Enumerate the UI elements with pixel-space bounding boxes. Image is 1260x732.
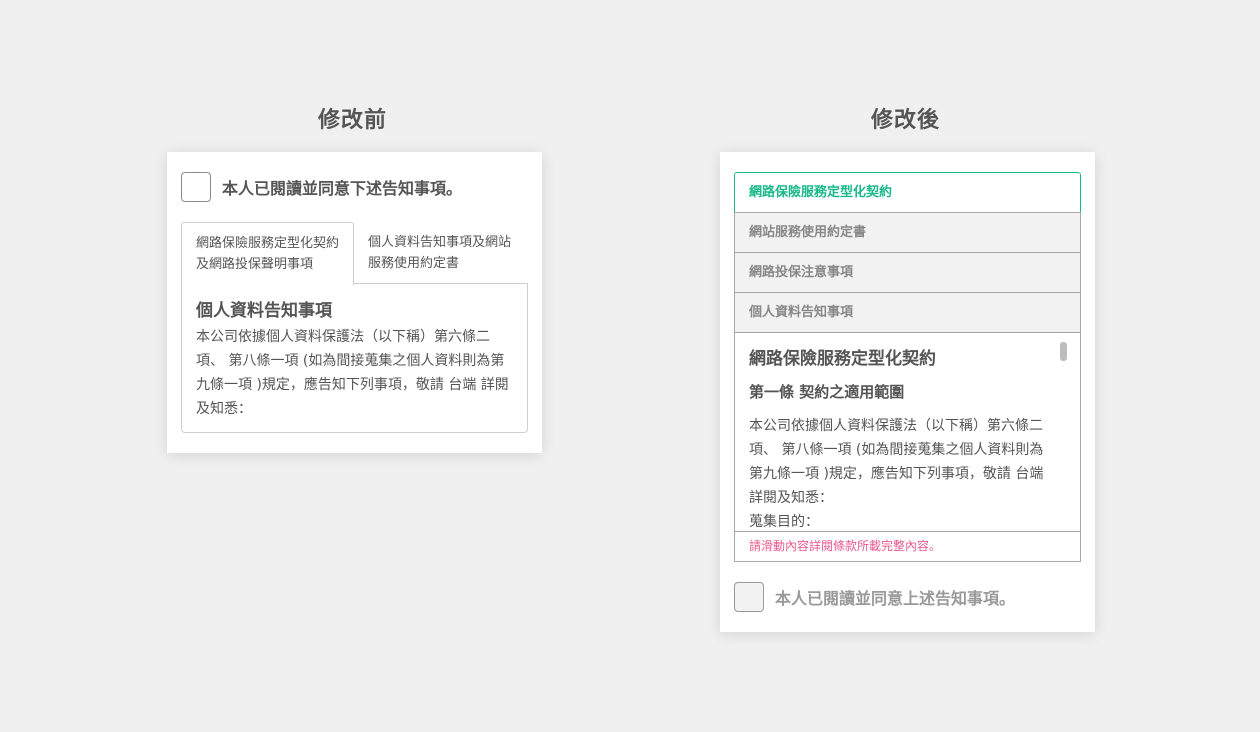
after-agree-checkbox[interactable] — [734, 582, 764, 612]
accordion-insurance-contract[interactable]: 網路保險服務定型化契約 — [734, 172, 1081, 213]
before-agree-label: 本人已閱讀並同意下述告知事項。 — [222, 179, 463, 198]
scroll-hint: 請滑動內容詳閱條款所載完整內容。 — [734, 531, 1081, 562]
after-agree-row[interactable]: 本人已閱讀並同意上述告知事項。 — [734, 582, 1015, 612]
terms-body: 本公司依據個人資料保護法（以下稱）第六條二項、 第八條一項 (如為間接蒐集之個人… — [749, 418, 1044, 506]
panel-heading: 個人資料告知事項 — [196, 301, 332, 321]
panel-body: 本公司依據個人資料保護法（以下稱）第六條二項、 第八條一項 (如為間接蒐集之個人… — [196, 329, 509, 417]
accordion-personal-data[interactable]: 個人資料告知事項 — [734, 292, 1081, 333]
before-title: 修改前 — [318, 108, 388, 133]
after-title: 修改後 — [871, 108, 941, 133]
tab-insurance-contract[interactable]: 網路保險服務定型化契約及網路投保聲明事項 — [181, 222, 354, 285]
after-agree-label: 本人已閱讀並同意上述告知事項。 — [775, 589, 1016, 608]
accordion-website-terms[interactable]: 網站服務使用約定書 — [734, 212, 1081, 253]
terms-scroll-area[interactable]: 網路保險服務定型化契約 第一條 契約之適用範圍 本公司依據個人資料保護法（以下稱… — [734, 332, 1081, 532]
before-card: 本人已閱讀並同意下述告知事項。 網路保險服務定型化契約及網路投保聲明事項 個人資… — [167, 152, 542, 453]
before-tab-bar: 網路保險服務定型化契約及網路投保聲明事項 個人資料告知事項及網站服務使用約定書 — [181, 222, 528, 285]
before-agree-row[interactable]: 本人已閱讀並同意下述告知事項。 — [181, 172, 462, 202]
before-agree-checkbox[interactable] — [181, 172, 211, 202]
terms-heading: 網路保險服務定型化契約 — [749, 349, 936, 369]
tab-personal-data[interactable]: 個人資料告知事項及網站服務使用約定書 — [354, 222, 528, 284]
terms-subheading: 第一條 契約之適用範圍 — [749, 383, 905, 401]
scrollbar-thumb[interactable] — [1060, 342, 1067, 361]
terms-body-cutoff: 蒐集目的： — [749, 514, 819, 530]
before-tab-panel: 個人資料告知事項 本公司依據個人資料保護法（以下稱）第六條二項、 第八條一項 (… — [181, 283, 528, 433]
after-card: 網路保險服務定型化契約 網站服務使用約定書 網路投保注意事項 個人資料告知事項 … — [720, 152, 1095, 632]
accordion-online-notes[interactable]: 網路投保注意事項 — [734, 252, 1081, 293]
